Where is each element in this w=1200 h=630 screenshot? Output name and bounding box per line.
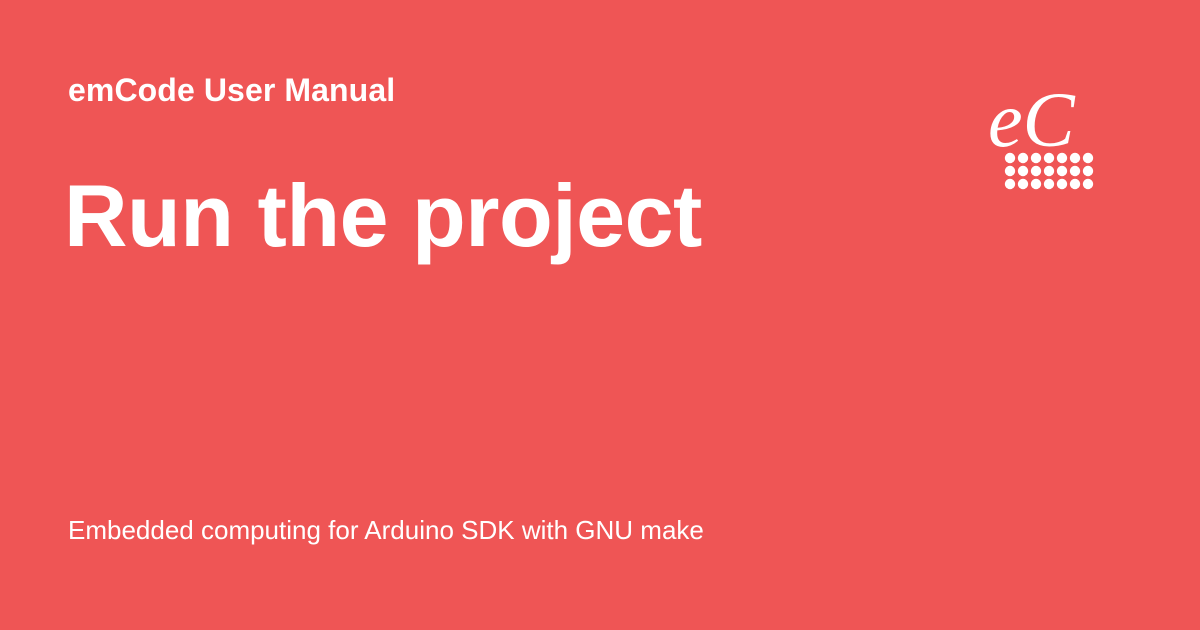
logo-text: eC xyxy=(988,76,1076,163)
logo-dot xyxy=(1017,178,1029,190)
social-card: emCode User Manual Run the project Embed… xyxy=(0,0,1200,630)
logo-dot xyxy=(1056,178,1068,190)
emcode-logo-icon: eC xyxy=(980,62,1110,198)
logo-dot xyxy=(1030,165,1042,177)
dot-grid-icon xyxy=(1004,152,1094,190)
page-subtitle: Embedded computing for Arduino SDK with … xyxy=(68,515,704,545)
logo-dot xyxy=(1056,152,1068,164)
logo-dot xyxy=(1043,152,1055,164)
logo-dot xyxy=(1004,165,1016,177)
page-title: Run the project xyxy=(64,166,702,265)
logo-dot xyxy=(1004,178,1016,190)
logo-dot xyxy=(1017,152,1029,164)
logo-dot xyxy=(1082,165,1094,177)
logo-dot xyxy=(1043,178,1055,190)
logo-dot xyxy=(1082,178,1094,190)
logo-dot xyxy=(1030,152,1042,164)
logo-dot xyxy=(1056,165,1068,177)
logo-dot xyxy=(1043,165,1055,177)
manual-name: emCode User Manual xyxy=(68,72,396,108)
logo-dot xyxy=(1030,178,1042,190)
logo-dot xyxy=(1069,178,1081,190)
logo-dot xyxy=(1069,152,1081,164)
logo-dot xyxy=(1082,152,1094,164)
logo-dot xyxy=(1069,165,1081,177)
logo-dot xyxy=(1004,152,1016,164)
logo-dot xyxy=(1017,165,1029,177)
